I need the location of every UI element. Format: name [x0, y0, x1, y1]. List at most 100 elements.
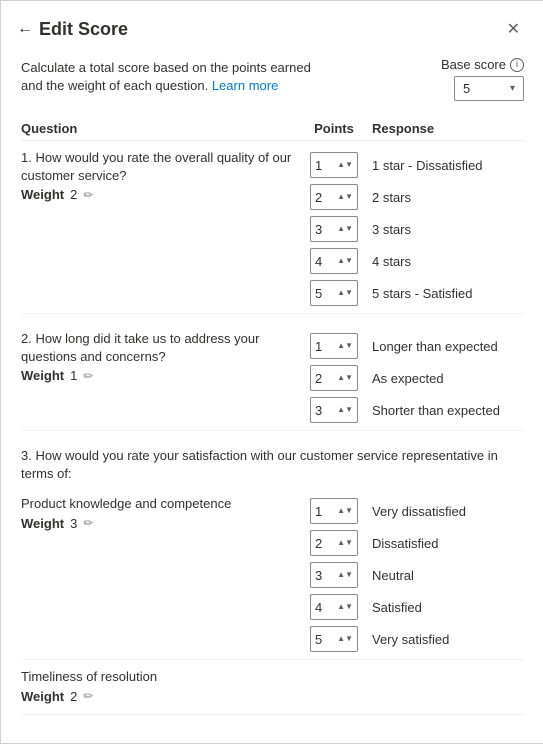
- q1-response-3: 3 ▲▼ 3 stars: [304, 213, 524, 245]
- q3-sub1-response-2: 2 ▲▼ Dissatisfied: [304, 527, 524, 559]
- top-section: Calculate a total score based on the poi…: [21, 51, 524, 113]
- q3-sub1-points-input-5[interactable]: 5 ▲▼: [310, 626, 358, 652]
- question-block-2: 2. How long did it take us to address yo…: [21, 322, 524, 431]
- q3-sub1-response-text-1: Very dissatisfied: [364, 504, 524, 519]
- q1-edit-icon[interactable]: ✏: [83, 188, 93, 202]
- q1-text: 1. How would you rate the overall qualit…: [21, 149, 304, 185]
- q2-spinner-3[interactable]: ▲▼: [337, 406, 353, 414]
- col-header-response: Response: [364, 121, 524, 136]
- q1-points-input-1[interactable]: 1 ▲▼: [310, 152, 358, 178]
- q1-weight-value: 2: [70, 187, 77, 202]
- col-header-question: Question: [21, 121, 304, 136]
- q3-sub1-edit-icon[interactable]: ✏: [83, 516, 93, 530]
- q2-question-col: 2. How long did it take us to address yo…: [21, 330, 304, 426]
- modal-header: ← Edit Score ✕: [1, 1, 543, 51]
- q3-sub2-row: Timeliness of resolution Weight 2 ✏: [21, 660, 524, 714]
- q2-weight-label: Weight: [21, 368, 64, 383]
- q1-points-2-wrap: 2 ▲▼: [304, 184, 364, 210]
- q3-sub2-edit-icon[interactable]: ✏: [83, 689, 93, 703]
- q3-sub1-response-4: 4 ▲▼ Satisfied: [304, 591, 524, 623]
- q1-points-3-wrap: 3 ▲▼: [304, 216, 364, 242]
- base-score-section: Base score i 5 ▾: [404, 57, 524, 101]
- q3-text: 3. How would you rate your satisfaction …: [21, 439, 524, 487]
- back-icon: ←: [17, 20, 33, 38]
- q1-question-col: 1. How would you rate the overall qualit…: [21, 149, 304, 309]
- info-icon[interactable]: i: [510, 58, 524, 72]
- q1-responses-col: 1 ▲▼ 1 star - Dissatisfied 2 ▲▼: [304, 149, 524, 309]
- q3-sub1-points-1-wrap: 1 ▲▼: [304, 498, 364, 524]
- q3-sub1-points-input-2[interactable]: 2 ▲▼: [310, 530, 358, 556]
- q1-row: 1. How would you rate the overall qualit…: [21, 141, 524, 314]
- q1-weight-row: Weight 2 ✏: [21, 185, 304, 208]
- q3-sub1-points-5-wrap: 5 ▲▼: [304, 626, 364, 652]
- question-block-1: 1. How would you rate the overall qualit…: [21, 141, 524, 314]
- q2-weight-value: 1: [70, 368, 77, 383]
- q1-spinner-2[interactable]: ▲▼: [337, 193, 353, 201]
- q3-sub2-weight-label: Weight: [21, 689, 64, 704]
- q2-points-input-2[interactable]: 2 ▲▼: [310, 365, 358, 391]
- q1-response-text-4: 4 stars: [364, 254, 524, 269]
- q3-sub1-response-text-4: Satisfied: [364, 600, 524, 615]
- q3-sub1-response-5: 5 ▲▼ Very satisfied: [304, 623, 524, 655]
- q3-sub1-spinner-3[interactable]: ▲▼: [337, 571, 353, 579]
- q3-sub1-points-4-wrap: 4 ▲▼: [304, 594, 364, 620]
- q2-points-2-wrap: 2 ▲▼: [304, 365, 364, 391]
- q2-response-2: 2 ▲▼ As expected: [304, 362, 524, 394]
- q1-spinner-3[interactable]: ▲▼: [337, 225, 353, 233]
- q3-sub1-points-2-wrap: 2 ▲▼: [304, 530, 364, 556]
- q1-spinner-4[interactable]: ▲▼: [337, 257, 353, 265]
- chevron-down-icon: ▾: [510, 83, 515, 94]
- q1-spinner-1[interactable]: ▲▼: [337, 161, 353, 169]
- base-score-text: Base score: [441, 57, 506, 72]
- base-score-select[interactable]: 5 ▾: [454, 76, 524, 101]
- q3-sub1-question-col: Product knowledge and competence Weight …: [21, 495, 304, 655]
- learn-more-link[interactable]: Learn more: [212, 78, 278, 93]
- q3-sub1-points-input-3[interactable]: 3 ▲▼: [310, 562, 358, 588]
- q3-sub1-weight-label: Weight: [21, 516, 64, 531]
- col-header-points: Points: [304, 121, 364, 136]
- q3-sub1-row: Product knowledge and competence Weight …: [21, 487, 524, 660]
- q3-sub1-spinner-4[interactable]: ▲▼: [337, 603, 353, 611]
- q2-edit-icon[interactable]: ✏: [83, 369, 93, 383]
- q2-spinner-2[interactable]: ▲▼: [337, 374, 353, 382]
- q3-sub1-response-text-5: Very satisfied: [364, 632, 524, 647]
- back-button[interactable]: ←: [17, 18, 39, 40]
- q1-response-4: 4 ▲▼ 4 stars: [304, 245, 524, 277]
- q1-points-input-2[interactable]: 2 ▲▼: [310, 184, 358, 210]
- q2-response-3: 3 ▲▼ Shorter than expected: [304, 394, 524, 426]
- q1-response-text-2: 2 stars: [364, 190, 524, 205]
- base-score-value: 5: [463, 81, 470, 96]
- table-header: Question Points Response: [21, 113, 524, 141]
- q1-response-5: 5 ▲▼ 5 stars - Satisfied: [304, 277, 524, 309]
- modal-content: Calculate a total score based on the poi…: [1, 51, 543, 743]
- q3-sub1-points-input-1[interactable]: 1 ▲▼: [310, 498, 358, 524]
- q1-spinner-5[interactable]: ▲▼: [337, 289, 353, 297]
- q2-spinner-1[interactable]: ▲▼: [337, 342, 353, 350]
- q2-points-input-1[interactable]: 1 ▲▼: [310, 333, 358, 359]
- q2-response-text-1: Longer than expected: [364, 339, 524, 354]
- q3-sub1-spinner-5[interactable]: ▲▼: [337, 635, 353, 643]
- q3-sub1-label: Product knowledge and competence: [21, 495, 304, 513]
- q3-sub2-question-col: Timeliness of resolution Weight 2 ✏: [21, 668, 524, 709]
- q3-sub1-points-3-wrap: 3 ▲▼: [304, 562, 364, 588]
- close-button[interactable]: ✕: [503, 17, 524, 41]
- edit-score-modal: ← Edit Score ✕ Calculate a total score b…: [1, 1, 543, 743]
- q2-response-1: 1 ▲▼ Longer than expected: [304, 330, 524, 362]
- q1-points-input-5[interactable]: 5 ▲▼: [310, 280, 358, 306]
- q2-row: 2. How long did it take us to address yo…: [21, 322, 524, 431]
- q1-points-input-3[interactable]: 3 ▲▼: [310, 216, 358, 242]
- q1-response-2: 2 ▲▼ 2 stars: [304, 181, 524, 213]
- q3-sub2-weight-value: 2: [70, 689, 77, 704]
- q1-response-text-5: 5 stars - Satisfied: [364, 286, 524, 301]
- q1-points-4-wrap: 4 ▲▼: [304, 248, 364, 274]
- q1-response-text-3: 3 stars: [364, 222, 524, 237]
- q2-points-input-3[interactable]: 3 ▲▼: [310, 397, 358, 423]
- q3-sub1-spinner-1[interactable]: ▲▼: [337, 507, 353, 515]
- q1-points-1-wrap: 1 ▲▼: [304, 152, 364, 178]
- q1-points-input-4[interactable]: 4 ▲▼: [310, 248, 358, 274]
- q3-sub1-points-input-4[interactable]: 4 ▲▼: [310, 594, 358, 620]
- q2-points-1-wrap: 1 ▲▼: [304, 333, 364, 359]
- q3-sub1-weight-row: Weight 3 ✏: [21, 514, 304, 537]
- description-block: Calculate a total score based on the poi…: [21, 59, 331, 95]
- q3-sub1-responses-col: 1 ▲▼ Very dissatisfied 2 ▲▼: [304, 495, 524, 655]
